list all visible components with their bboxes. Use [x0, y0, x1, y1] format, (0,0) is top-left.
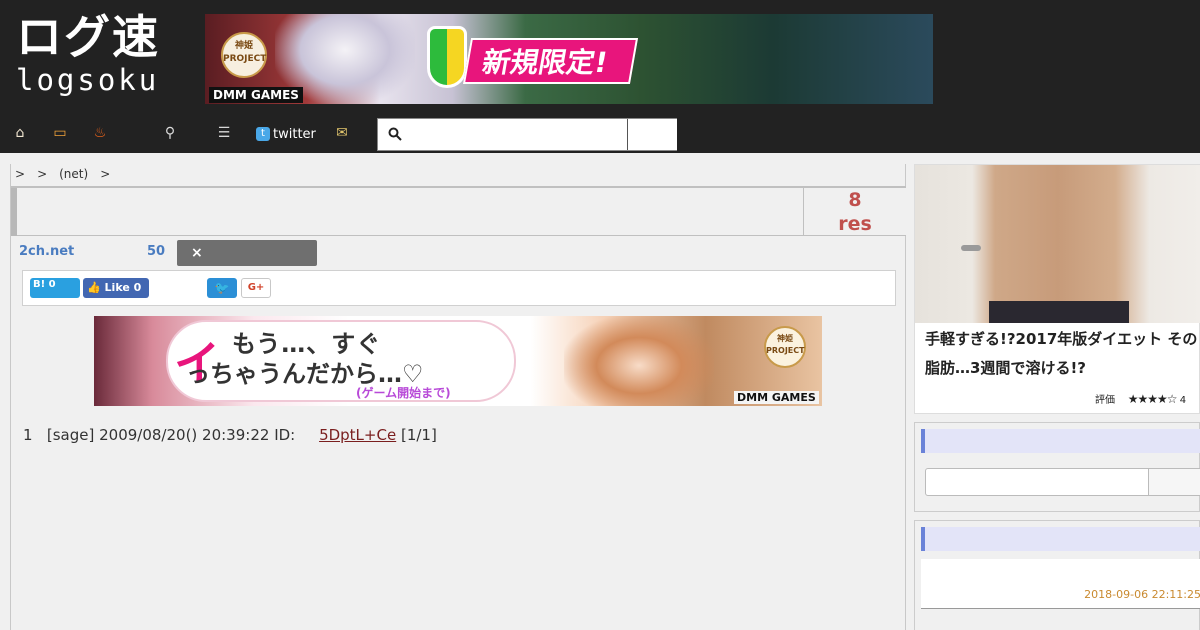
res-count: 8 res — [804, 188, 906, 236]
tv-icon[interactable]: ▭ — [52, 125, 68, 141]
beginner-mark-icon — [427, 26, 467, 88]
sidebar: 手軽すぎる!?2017年版ダイエット その脂肪…3週間で溶ける!? 評価 ★★★… — [914, 164, 1200, 630]
close-button[interactable]: × — [177, 240, 317, 266]
ad-image-detail — [989, 301, 1129, 323]
widget-heading — [921, 527, 1200, 551]
banner-brand: DMM GAMES — [734, 391, 819, 404]
sidebar-ad-title: 手軽すぎる!?2017年版ダイエット その脂肪…3週間で溶ける!? — [925, 330, 1198, 377]
breadcrumb-item[interactable]: > — [15, 167, 25, 181]
breadcrumb-item[interactable]: > — [100, 167, 110, 181]
hatena-count: 0 — [48, 279, 56, 290]
board-name[interactable]: 2ch.net — [19, 244, 74, 259]
sidebar-search-button[interactable] — [1149, 468, 1200, 496]
sidebar-ad[interactable]: 手軽すぎる!?2017年版ダイエット その脂肪…3週間で溶ける!? 評価 ★★★… — [914, 164, 1200, 414]
post-datetime: 2009/08/20() 20:39:22 — [99, 426, 270, 444]
site-header: ログ速 logsoku 神姫 PROJECT 新規限定! DMM GAMES ⌂… — [0, 0, 1200, 153]
site-logo[interactable]: ログ速 logsoku — [16, 12, 186, 102]
twitter-bird-icon: 🐦 — [214, 281, 230, 295]
sidebar-search-widget — [914, 422, 1200, 512]
home-icon[interactable]: ⌂ — [12, 125, 28, 141]
top-ad-banner[interactable]: 神姫 PROJECT 新規限定! DMM GAMES — [205, 14, 933, 104]
post-header: 1 [sage] 2009/08/20() 20:39:22 ID: 5DptL… — [23, 426, 437, 444]
banner-badge: 神姫 PROJECT — [221, 32, 267, 78]
banner-promo-text: 新規限定! — [462, 38, 638, 84]
res-count-label: res — [838, 213, 872, 235]
logo-sub-text: logsoku — [16, 63, 160, 97]
post-number: 1 — [23, 426, 33, 444]
mid-ad-banner[interactable]: イ もう…、すぐ っちゃうんだから…♡ (ゲーム開始まで) 神姫 PROJECT… — [94, 316, 822, 406]
rating-label: 評価 — [1095, 395, 1115, 406]
post-id-label: ID: — [274, 426, 296, 444]
post-id-count: [1/1] — [400, 426, 437, 444]
list-icon[interactable]: ☰ — [216, 125, 232, 141]
list-item[interactable]: 2018-09-06 22:11:25 — [921, 559, 1200, 609]
search-button[interactable] — [627, 119, 677, 150]
magnifier-icon[interactable]: ⚲ — [162, 125, 178, 141]
sidebar-ad-image — [915, 165, 1200, 323]
thread-title-box: 8 res — [11, 186, 906, 236]
post-id-link[interactable]: 5DptL+Ce — [319, 426, 396, 444]
hatena-label: B! — [33, 279, 46, 290]
thread-count: 50 — [147, 244, 166, 259]
hatena-bookmark-button[interactable]: B! 0 — [30, 278, 80, 298]
nav-twitter-link[interactable]: t twitter — [256, 125, 316, 143]
google-plus-button[interactable]: G+ — [241, 278, 271, 298]
banner-brand: DMM GAMES — [209, 87, 303, 103]
logo-main-text: ログ速 — [16, 10, 160, 64]
post-tag: [sage] — [46, 426, 95, 444]
banner-character-image — [564, 316, 714, 406]
rating-stars-icon: ★★★★☆ — [1127, 392, 1178, 406]
thumbs-up-icon: 👍 — [87, 281, 101, 294]
widget-heading — [921, 429, 1200, 453]
close-icon: × — [191, 245, 203, 261]
rating-value: 4 — [1179, 395, 1187, 406]
mail-icon[interactable]: ✉ — [334, 125, 350, 141]
list-item-date: 2018-09-06 22:11:25 — [1084, 588, 1200, 601]
banner-subtext: (ゲーム開始まで) — [356, 386, 451, 400]
title-accent-bar — [11, 188, 17, 236]
main-content: > > (net) > 8 res 2ch.net 50 × B! 0 👍 Li… — [10, 164, 906, 630]
fb-like-label: Like — [104, 281, 130, 294]
fire-icon[interactable]: ♨ — [92, 125, 108, 141]
sidebar-list-widget: 2018-09-06 22:11:25 — [914, 520, 1200, 630]
search-icon — [388, 127, 402, 141]
breadcrumb-item[interactable]: > — [37, 167, 47, 181]
share-bar: B! 0 👍 Like 0 🐦 G+ — [22, 270, 896, 306]
header-search — [377, 118, 677, 151]
sidebar-search-input[interactable] — [925, 468, 1149, 496]
res-count-number: 8 — [848, 189, 862, 211]
banner-badge: 神姫 PROJECT — [764, 326, 806, 368]
door-handle — [961, 245, 981, 251]
nav-twitter-label: twitter — [273, 126, 316, 142]
breadcrumb-item[interactable]: (net) — [59, 167, 88, 181]
sidebar-ad-rating: 評価 ★★★★☆ 4 — [1095, 391, 1186, 406]
facebook-like-button[interactable]: 👍 Like 0 — [83, 278, 149, 298]
search-input[interactable] — [408, 123, 626, 147]
breadcrumb: > > (net) > — [15, 167, 122, 181]
twitter-share-button[interactable]: 🐦 — [207, 278, 237, 298]
twitter-icon: t — [256, 127, 270, 141]
fb-like-count: 0 — [133, 281, 142, 294]
